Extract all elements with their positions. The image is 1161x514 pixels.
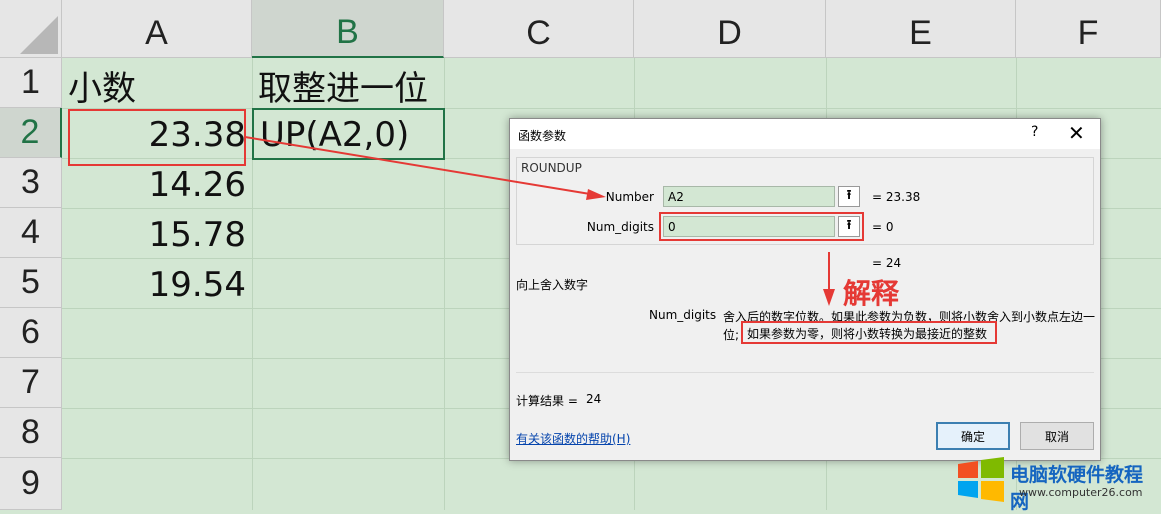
annotation-arrows <box>244 136 835 306</box>
arrow-explain-head <box>823 289 835 306</box>
watermark-url: www.computer26.com <box>1019 486 1143 499</box>
windows-logo-icon <box>956 456 1006 504</box>
annotation-explain-label: 解释 <box>843 277 900 310</box>
arrow-to-number-line <box>244 136 591 195</box>
arrow-to-number-head <box>586 189 606 200</box>
